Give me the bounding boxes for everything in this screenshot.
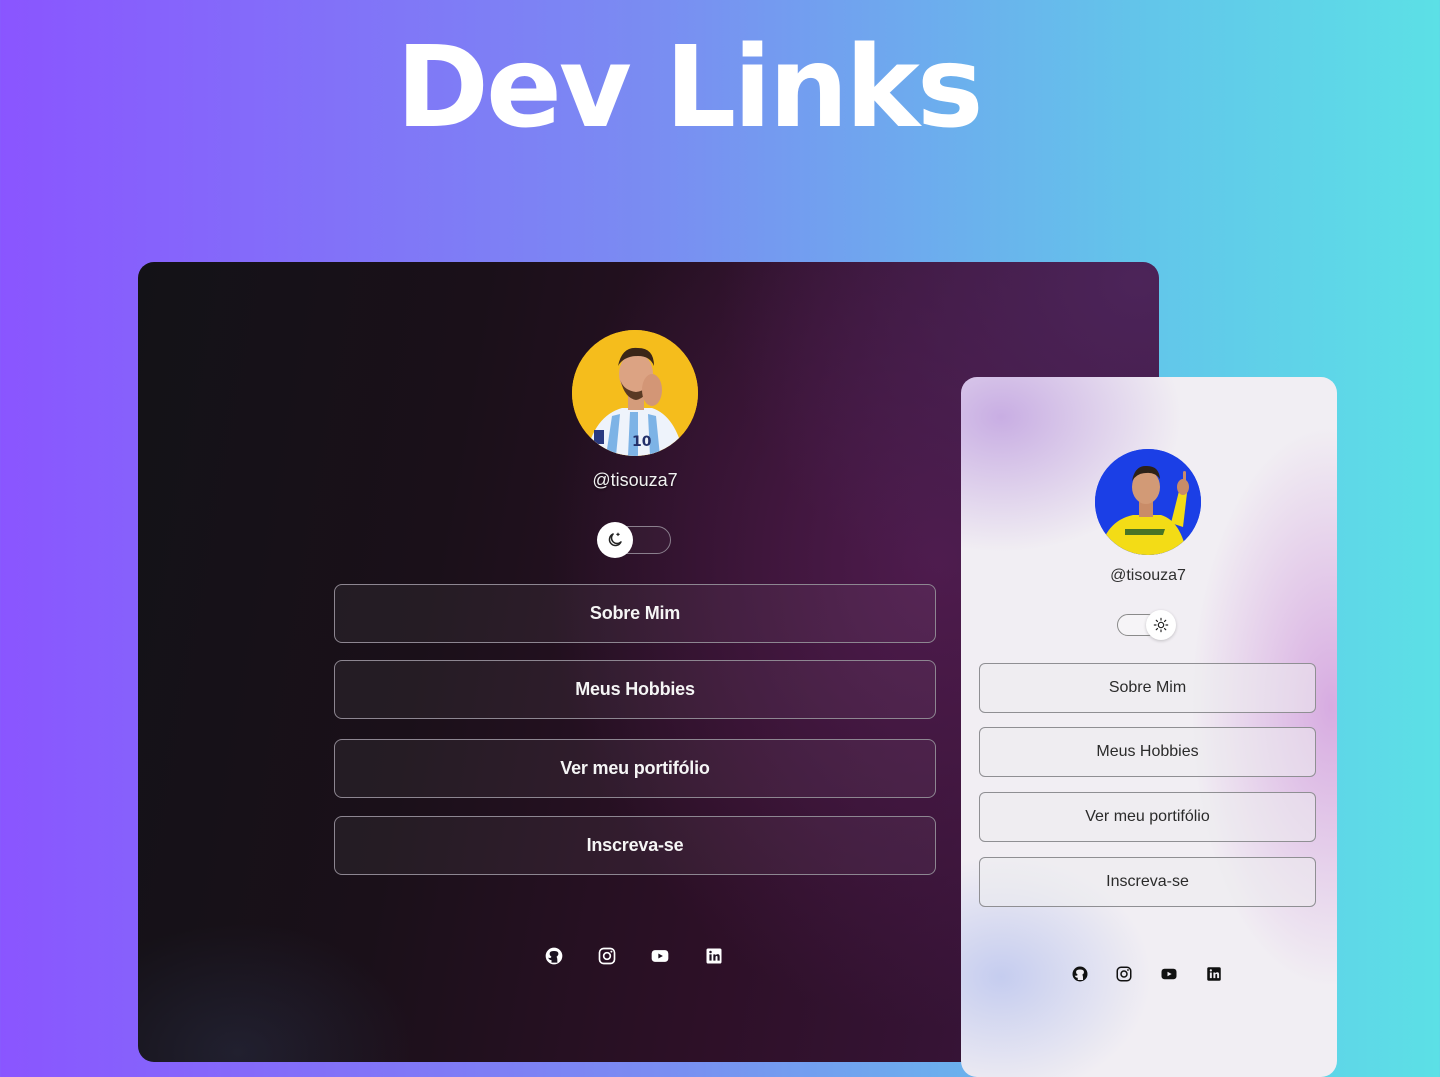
username-handle: @tisouza7 xyxy=(592,470,678,490)
link-button-meus-hobbies[interactable]: Meus Hobbies xyxy=(334,660,936,719)
sun-icon xyxy=(1153,617,1169,633)
link-button-sobre-mim[interactable]: Sobre Mim xyxy=(334,584,936,643)
svg-text:10: 10 xyxy=(632,434,652,450)
link-button-portfolio[interactable]: Ver meu portifólio xyxy=(334,739,936,798)
linkedin-icon[interactable] xyxy=(1205,965,1223,983)
link-button-inscreva-se[interactable]: Inscreva-se xyxy=(979,857,1316,907)
instagram-icon[interactable] xyxy=(1115,965,1133,983)
toggle-knob[interactable] xyxy=(597,522,633,558)
link-button-sobre-mim[interactable]: Sobre Mim xyxy=(979,663,1316,713)
hero-title: Dev Links xyxy=(396,23,984,153)
instagram-icon[interactable] xyxy=(597,946,617,966)
youtube-icon[interactable] xyxy=(649,946,671,966)
username-handle: @tisouza7 xyxy=(1110,567,1186,584)
toggle-knob[interactable] xyxy=(1146,610,1176,640)
social-links xyxy=(1071,965,1223,983)
moon-icon xyxy=(608,532,622,547)
linkedin-icon[interactable] xyxy=(704,946,724,966)
link-button-portfolio[interactable]: Ver meu portifólio xyxy=(979,792,1316,842)
light-theme-preview: @tisouza7 Sobre Mim Meus Hobbies Ver meu… xyxy=(961,377,1337,1077)
link-button-meus-hobbies[interactable]: Meus Hobbies xyxy=(979,727,1316,777)
github-icon[interactable] xyxy=(1071,965,1089,983)
theme-toggle[interactable] xyxy=(1117,610,1176,640)
avatar xyxy=(1095,449,1201,555)
social-links xyxy=(544,946,724,966)
avatar-photo: 10 xyxy=(572,330,698,456)
link-button-inscreva-se[interactable]: Inscreva-se xyxy=(334,816,936,875)
avatar-photo xyxy=(1095,449,1201,555)
youtube-icon[interactable] xyxy=(1159,965,1179,983)
theme-toggle[interactable] xyxy=(597,522,671,558)
github-icon[interactable] xyxy=(544,946,564,966)
avatar: 10 xyxy=(572,330,698,456)
